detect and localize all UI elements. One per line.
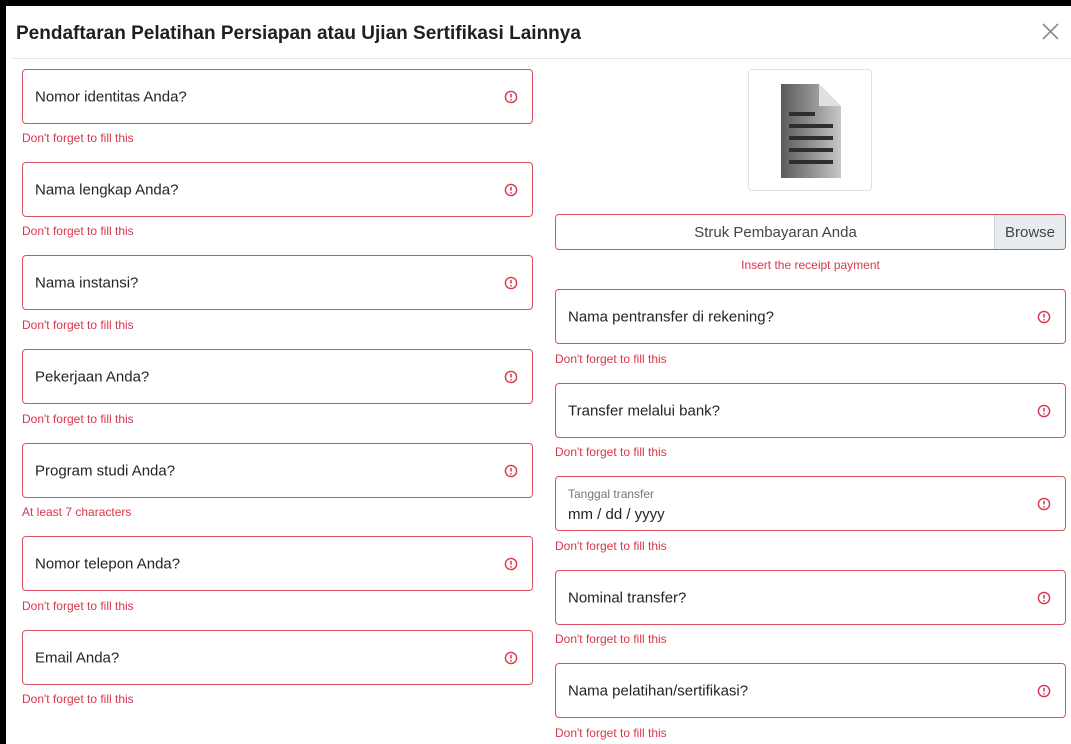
exclamation-circle-icon xyxy=(1037,404,1051,417)
field-label: Nama pentransfer di rekening? xyxy=(568,308,774,325)
registration-modal: Pendaftaran Pelatihan Persiapan atau Uji… xyxy=(0,0,1071,744)
error-message: At least 7 characters xyxy=(22,505,132,519)
receipt-preview xyxy=(748,69,872,191)
exclamation-circle-icon xyxy=(504,183,518,196)
nomor-identitas-input[interactable]: Nomor identitas Anda? xyxy=(22,69,533,124)
error-message: Don't forget to fill this xyxy=(22,692,134,706)
receipt-file-input[interactable]: Struk Pembayaran Anda Browse xyxy=(555,214,1066,250)
close-icon xyxy=(1042,23,1059,40)
field-label: Nominal transfer? xyxy=(568,589,687,606)
error-message: Don't forget to fill this xyxy=(555,539,667,553)
pekerjaan-input[interactable]: Pekerjaan Anda? xyxy=(22,349,533,404)
field-label: Nomor telepon Anda? xyxy=(35,555,181,572)
error-message: Don't forget to fill this xyxy=(22,224,134,238)
exclamation-circle-icon xyxy=(1037,591,1051,604)
modal-header: Pendaftaran Pelatihan Persiapan atau Uji… xyxy=(12,12,1071,59)
exclamation-circle-icon xyxy=(1037,684,1051,697)
exclamation-circle-icon xyxy=(504,651,518,664)
modal-title: Pendaftaran Pelatihan Persiapan atau Uji… xyxy=(16,23,581,44)
exclamation-circle-icon xyxy=(504,557,518,570)
error-message: Don't forget to fill this xyxy=(555,632,667,646)
document-icon xyxy=(781,84,841,178)
browse-button[interactable]: Browse xyxy=(994,215,1065,249)
date-value: mm / dd / yyyy xyxy=(568,506,665,523)
error-message: Don't forget to fill this xyxy=(22,318,134,332)
nama-instansi-input[interactable]: Nama instansi? xyxy=(22,255,533,310)
error-message: Don't forget to fill this xyxy=(555,352,667,366)
error-message: Don't forget to fill this xyxy=(22,599,134,613)
program-studi-input[interactable]: Program studi Anda? xyxy=(22,443,533,498)
exclamation-circle-icon xyxy=(1037,310,1051,323)
field-label: Nama pelatihan/sertifikasi? xyxy=(568,682,749,699)
field-label: Tanggal transfer xyxy=(568,487,655,501)
nominal-transfer-input[interactable]: Nominal transfer? xyxy=(555,570,1066,625)
field-label: Nama instansi? xyxy=(35,274,139,291)
exclamation-circle-icon xyxy=(504,464,518,477)
field-label: Nama lengkap Anda? xyxy=(35,181,179,198)
nama-pentransfer-input[interactable]: Nama pentransfer di rekening? xyxy=(555,289,1066,344)
nomor-telepon-input[interactable]: Nomor telepon Anda? xyxy=(22,536,533,591)
file-input-label: Struk Pembayaran Anda xyxy=(694,223,857,241)
field-label: Pekerjaan Anda? xyxy=(35,368,150,385)
error-message: Don't forget to fill this xyxy=(22,131,134,145)
error-message: Don't forget to fill this xyxy=(555,726,667,740)
email-input[interactable]: Email Anda? xyxy=(22,630,533,685)
tanggal-transfer-input[interactable]: Tanggal transfer mm / dd / yyyy xyxy=(555,476,1066,531)
nama-pelatihan-input[interactable]: Nama pelatihan/sertifikasi? xyxy=(555,663,1066,718)
exclamation-circle-icon xyxy=(504,276,518,289)
exclamation-circle-icon xyxy=(504,370,518,383)
field-label: Email Anda? xyxy=(35,649,120,666)
field-label: Nomor identitas Anda? xyxy=(35,88,187,105)
exclamation-circle-icon xyxy=(1037,497,1051,510)
exclamation-circle-icon xyxy=(504,90,518,103)
transfer-bank-input[interactable]: Transfer melalui bank? xyxy=(555,383,1066,438)
receipt-error-message: Insert the receipt payment xyxy=(741,258,880,272)
close-button[interactable] xyxy=(1037,16,1063,46)
field-label: Transfer melalui bank? xyxy=(568,402,721,419)
nama-lengkap-input[interactable]: Nama lengkap Anda? xyxy=(22,162,533,217)
field-label: Program studi Anda? xyxy=(35,462,176,479)
error-message: Don't forget to fill this xyxy=(22,412,134,426)
error-message: Don't forget to fill this xyxy=(555,445,667,459)
